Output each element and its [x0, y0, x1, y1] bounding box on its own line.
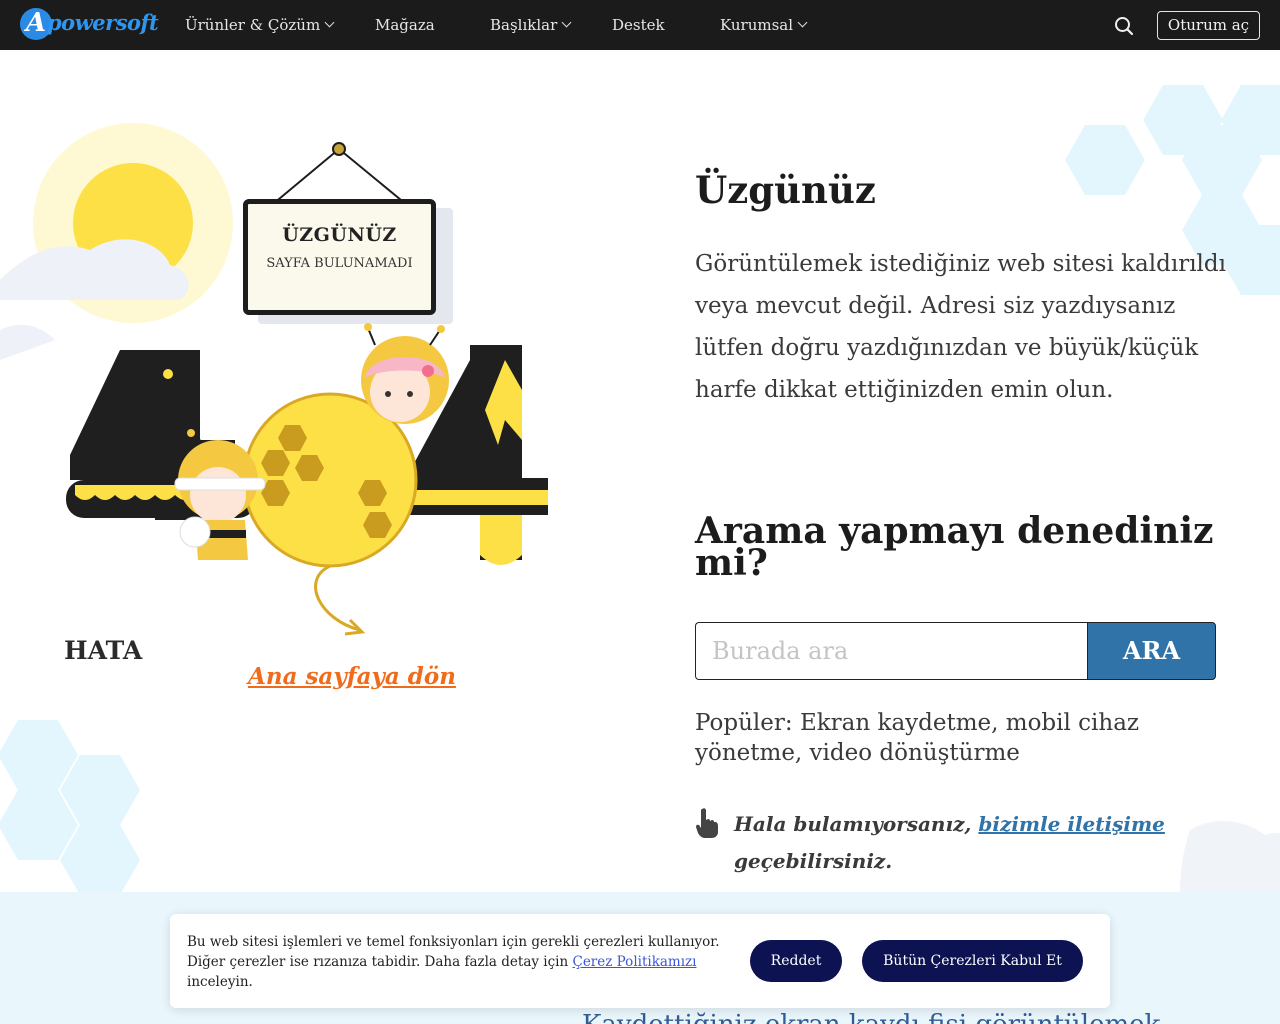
cookie-banner: Bu web sitesi işlemleri ve temel fonksiy… — [170, 914, 1110, 1008]
nav-item-label: Mağaza — [375, 16, 435, 34]
top-navigation: A powersoft Ürünler & Çözüm Mağaza Başlı… — [0, 0, 1280, 50]
popular-searches: Popüler: Ekran kaydetme, mobil cihaz yön… — [695, 710, 1140, 766]
search-heading: Arama yapmayı denediniz mi? — [695, 510, 1214, 584]
error-sign: ÜZGÜNÜZ SAYFA BULUNAMADI — [243, 199, 436, 315]
nav-item-label: Kurumsal — [720, 16, 794, 34]
search-icon[interactable] — [1113, 15, 1135, 37]
nav-item-label: Destek — [612, 16, 665, 34]
contact-suffix: geçebilirsiniz. — [734, 849, 893, 873]
cookie-text-after: inceleyin. — [187, 974, 253, 990]
cookie-policy-link[interactable]: Çerez Politikamızı — [572, 954, 696, 970]
contact-line: Hala bulamıyorsanız, bizimle iletişime g… — [734, 806, 1234, 880]
sign-title: ÜZGÜNÜZ — [282, 224, 397, 246]
bottom-partial-text: Kaydettiğiniz ekran kaydı fişi görüntüle… — [582, 1010, 1160, 1024]
chevron-down-icon — [797, 17, 808, 28]
sorry-description: Görüntülemek istediğiniz web sitesi kald… — [695, 251, 1226, 403]
login-button[interactable]: Oturum aç — [1157, 11, 1260, 40]
chevron-down-icon — [561, 17, 572, 28]
hand-pointer-icon — [695, 807, 719, 839]
search-input[interactable] — [695, 622, 1087, 680]
nav-item-label: Ürünler & Çözüm — [185, 16, 321, 34]
accept-all-cookies-button[interactable]: Bütün Çerezleri Kabul Et — [862, 940, 1083, 982]
contact-link[interactable]: bizimle iletişime — [978, 812, 1164, 836]
apowersoft-logo[interactable]: A powersoft — [20, 6, 159, 44]
nav-item-products[interactable]: Ürünler & Çözüm — [185, 0, 335, 50]
cookie-text: Bu web sitesi işlemleri ve temel fonksiy… — [187, 932, 747, 992]
error-label: HATA — [64, 636, 143, 665]
nav-item-store[interactable]: Mağaza — [375, 0, 435, 50]
sign-subtitle: SAYFA BULUNAMADI — [266, 256, 413, 271]
nav-item-support[interactable]: Destek — [612, 0, 665, 50]
nav-item-label: Başlıklar — [490, 16, 558, 34]
nav-item-topics[interactable]: Başlıklar — [490, 0, 572, 50]
nav-item-corporate[interactable]: Kurumsal — [720, 0, 808, 50]
chevron-down-icon — [324, 17, 335, 28]
home-link[interactable]: Ana sayfaya dön — [248, 663, 456, 690]
search-submit-button[interactable]: ARA — [1087, 622, 1216, 680]
sorry-heading: Üzgünüz — [695, 168, 876, 212]
logo-text: powersoft — [47, 10, 159, 35]
reject-cookies-button[interactable]: Reddet — [750, 940, 842, 982]
contact-prefix: Hala bulamıyorsanız, — [734, 812, 972, 836]
